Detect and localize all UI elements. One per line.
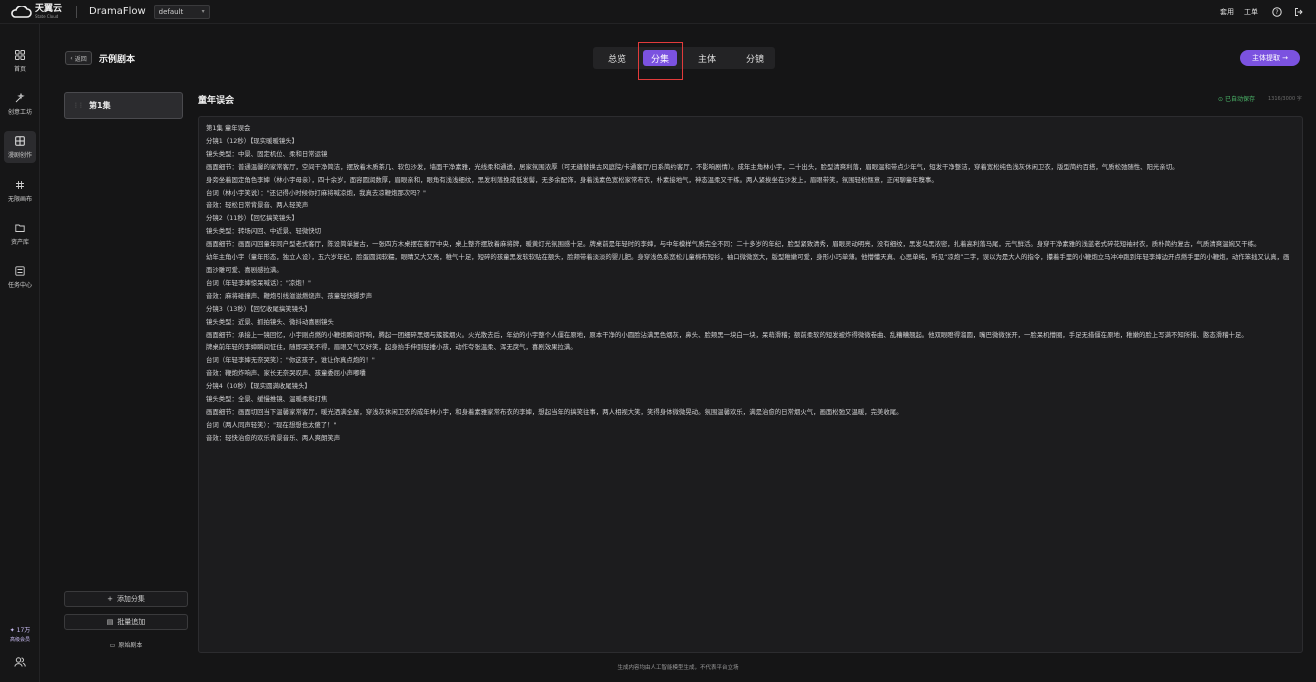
member-badge[interactable]: ✦ 17万 高级会员 xyxy=(0,625,40,643)
tab-storyboard[interactable]: 分镜 xyxy=(737,50,773,66)
script-line: 画面细节：承接上一镜回忆，小宇刚点燃的小鞭炮瞬间炸响，腾起一团细碎黑烟与簇簇烟火… xyxy=(206,330,1248,339)
add-episode-button[interactable]: + 添加分集 xyxy=(64,591,188,607)
script-line: 镜头类型：全景、缓慢推镜、温暖柔和打焦 xyxy=(206,395,328,404)
sidebar-item-label: 漫剧创作 xyxy=(7,151,32,159)
sidebar-item-tasks[interactable]: 任务中心 xyxy=(4,261,36,293)
script-line: 分镜2（11秒）【回忆搞笑镜头】 xyxy=(206,214,299,223)
check-circle-icon: ⊙ xyxy=(1218,96,1224,103)
project-select[interactable]: default ▾ xyxy=(153,4,210,19)
storyboard-icon xyxy=(15,135,25,148)
back-button[interactable]: ‹ 返回 xyxy=(65,51,92,65)
drag-handle-icon[interactable]: ⋮⋮ xyxy=(73,102,84,109)
app-name: DramaFlow xyxy=(89,6,146,17)
script-editor[interactable]: 第1集 童年误会分镜1（12秒）【现实暖暖镜头】镜头类型：中景、固定机位、柔和日… xyxy=(198,116,1303,653)
plus-icon: + xyxy=(107,595,113,603)
logo-text: 天翼云 xyxy=(35,3,63,14)
sidebar-item-assets[interactable]: 资产库 xyxy=(4,218,36,250)
script-line: 分镜4（10秒）【现实圆满收尾镜头】 xyxy=(206,382,311,391)
logo-subtext: State Cloud xyxy=(35,13,59,19)
sidebar-item-canvas[interactable]: 无限画布 xyxy=(4,175,36,207)
add-episode-label: 添加分集 xyxy=(116,595,145,603)
sidebar-item-creation[interactable]: 漫剧创作 xyxy=(4,131,36,163)
script-line: 音效：鞭炮炸响声、家长无奈哭叹声、孩童委屈小声嘟囔 xyxy=(206,369,366,378)
tab-bar: 总览 分集 主体 分镜 xyxy=(593,47,775,69)
episode-item-label: 第1集 xyxy=(89,101,111,110)
sidebar-item-label: 资产库 xyxy=(10,238,29,246)
sidebar: 首页 创意工坊 漫剧创作 无限画布 资产库 任务中心 ✦ 17万 高级会员 xyxy=(0,24,40,682)
script-line: 镜头类型：近景、抓拍镜头、微抖动喜剧镜头 xyxy=(206,317,334,326)
script-line: 牌桌前年轻的李婶瞬间怔住，随即哭笑不得，眉眼又气又好笑，起身抬手伸到轻捶小孩，动… xyxy=(206,343,577,352)
script-line: 音效：轻快治愈的欢乐背景音乐、两人爽朗笑声 xyxy=(206,433,341,442)
batch-append-label: 批量追加 xyxy=(117,618,146,626)
app-window: 天翼云 State Cloud DramaFlow default ▾ 套用 工… xyxy=(0,0,1316,682)
chevron-left-icon: ‹ xyxy=(70,54,73,62)
script-line: 画面细节：画面闪回童年同户型老式客厅，陈设简单复古，一张四方木桌摆在客厅中央，桌… xyxy=(206,240,1261,249)
chevron-down-icon: ▾ xyxy=(201,8,205,15)
divider xyxy=(76,5,78,18)
sidebar-item-label: 任务中心 xyxy=(7,281,32,289)
sidebar-item-label: 创意工坊 xyxy=(7,108,32,116)
raw-script-label: 原始剧本 xyxy=(118,642,143,649)
episode-item[interactable]: ⋮⋮ 第1集 xyxy=(64,92,183,119)
script-line: 画面细节：画面切回当下温馨家常客厅，暖光洒满全屋，穿浅灰休闲卫衣的成年林小宇，和… xyxy=(206,407,903,416)
folder-icon xyxy=(15,223,25,235)
footer-disclaimer: 生成内容均由人工智能模型生成，不代表平台立场 xyxy=(617,665,739,671)
project-select-value: default xyxy=(158,7,184,16)
script-line: 幼年主角小宇（童年形态，独立人设），五六岁年纪，脸蛋圆润软糯，眼睛又大又亮，稚气… xyxy=(206,253,1290,274)
usage-link[interactable]: 套用 xyxy=(1220,7,1234,17)
ticket-link[interactable]: 工单 xyxy=(1244,7,1258,17)
script-line: 台词（年轻李婶无奈哭笑）："你这孩子，谁让你真点炮的！" xyxy=(206,356,375,365)
logout-icon[interactable] xyxy=(1294,7,1304,17)
sidebar-item-label: 首页 xyxy=(13,65,26,73)
script-icon: ▭ xyxy=(109,642,116,649)
help-icon[interactable]: ? xyxy=(1272,7,1282,17)
tab-overview[interactable]: 总览 xyxy=(599,50,635,66)
member-credits: ✦ 17万 xyxy=(9,627,31,634)
topbar-actions: 套用 工单 ? xyxy=(1220,0,1316,24)
hash-icon xyxy=(15,180,25,192)
script-line: 台词（两人同声轻笑）："现在想想也太傻了！" xyxy=(206,420,337,429)
sidebar-item-home[interactable]: 首页 xyxy=(4,45,36,77)
grid-icon xyxy=(15,49,25,62)
script-line: 音效：轻松日常背景音、两人轻笑声 xyxy=(206,201,309,210)
magic-wand-icon xyxy=(15,92,25,105)
script-line: 镜头类型：转场闪回、中近景、轻微快切 xyxy=(206,227,322,236)
cloud-logo-icon xyxy=(10,4,32,18)
sidebar-item-label: 无限画布 xyxy=(7,195,32,203)
top-bar: 天翼云 State Cloud DramaFlow default ▾ 套用 工… xyxy=(0,0,1316,24)
script-line: 第1集 童年误会 xyxy=(206,124,251,132)
document-icon: ▤ xyxy=(106,618,114,626)
page-title: 示例剧本 xyxy=(99,55,136,65)
autosave-status: ⊙ 已自动保存 xyxy=(1218,96,1255,103)
member-level: 高级会员 xyxy=(9,637,30,643)
script-line: 镜头类型：中景、固定机位、柔和日常运镜 xyxy=(206,149,328,158)
batch-append-button[interactable]: ▤ 批量追加 xyxy=(64,614,188,630)
svg-text:?: ? xyxy=(1275,9,1278,16)
back-button-label: 返回 xyxy=(74,55,87,63)
script-line: 音效：麻将碰撞声、鞭炮引线滋滋燃烧声、孩童轻快脚步声 xyxy=(206,291,373,300)
script-line: 分镜3（13秒）【回忆收尾搞笑镜头】 xyxy=(206,304,311,313)
brand-logo[interactable]: 天翼云 State Cloud xyxy=(10,3,63,19)
task-icon xyxy=(15,265,25,278)
script-line: 台词（年轻李婶惊呆喊话）："凉炮！" xyxy=(206,278,311,287)
episode-title: 童年误会 xyxy=(198,96,235,106)
tab-subjects[interactable]: 主体 xyxy=(689,50,725,66)
raw-script-link[interactable]: ▭ 原始剧本 xyxy=(64,640,188,649)
script-line: 身旁坐着固定角色李婶（林小宇母亲），四十余岁，面容圆润数厚，眉眼亲和，眼角有浅浅… xyxy=(206,175,938,184)
char-counter: 1316/3000 字 xyxy=(1268,96,1302,102)
script-line: 画面细节：普通温馨的家常客厅，空间干净简洁，摆放着木质茶几、软包沙发，墙面干净素… xyxy=(206,162,1179,171)
tab-highlight-box xyxy=(638,42,683,80)
sidebar-item-workshop[interactable]: 创意工坊 xyxy=(4,88,36,120)
extract-subjects-button[interactable]: 主体提取 → xyxy=(1240,50,1300,66)
script-line: 分镜1（12秒）【现实暖暖镜头】 xyxy=(206,136,299,145)
script-line: 台词（林小宇笑说）："还记得小时候你打麻将喊凉炮，我真去凉鞭炮那次吗？" xyxy=(206,188,426,197)
